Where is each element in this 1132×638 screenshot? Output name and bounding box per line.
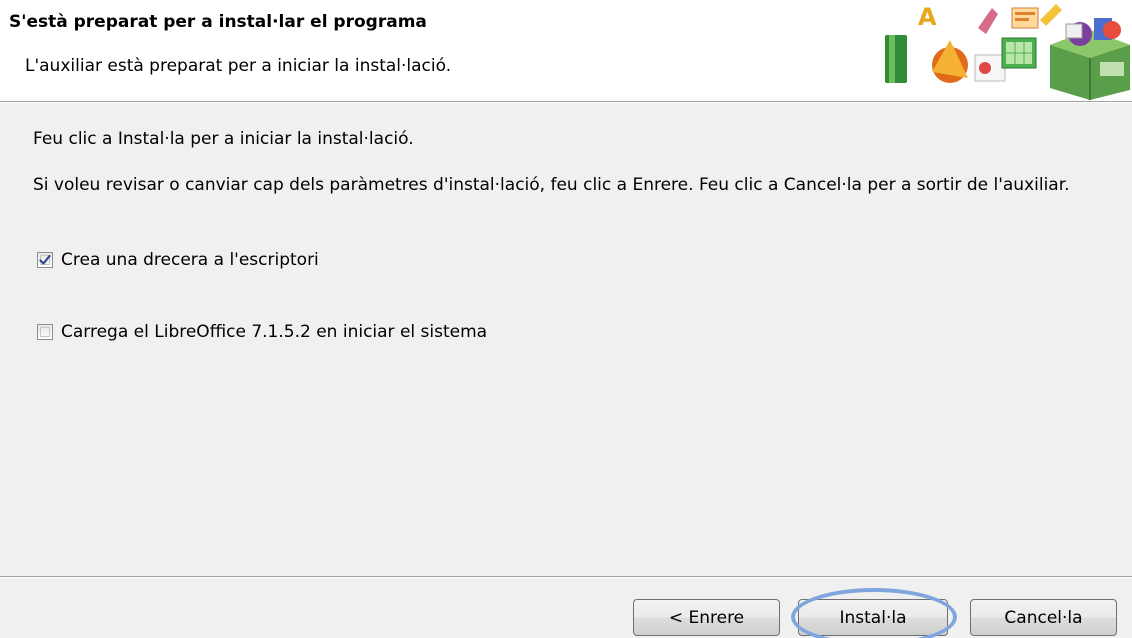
checkmark-icon: [39, 254, 51, 265]
install-button[interactable]: Instal·la: [798, 599, 948, 636]
load-at-startup-label: Carrega el LibreOffice 7.1.5.2 en inicia…: [61, 322, 488, 342]
load-at-startup-checkbox[interactable]: [37, 324, 53, 340]
load-at-startup-option[interactable]: Carrega el LibreOffice 7.1.5.2 en inicia…: [37, 322, 487, 342]
footer-separator: [0, 576, 1132, 578]
page-subtitle: L'auxiliar està preparat per a iniciar l…: [25, 56, 452, 76]
desktop-shortcut-label: Crea una drecera a l'escriptori: [61, 250, 319, 270]
cancel-button[interactable]: Cancel·la: [970, 599, 1117, 636]
page-title: S'està preparat per a instal·lar el prog…: [9, 12, 427, 32]
desktop-shortcut-option[interactable]: Crea una drecera a l'escriptori: [37, 250, 319, 270]
libreoffice-setup-graphic-icon: A: [885, 3, 1130, 100]
instructions-text: Feu clic a Instal·la per a iniciar la in…: [33, 129, 414, 149]
header-banner: S'està preparat per a instal·lar el prog…: [0, 0, 1132, 102]
back-button[interactable]: < Enrere: [633, 599, 780, 636]
svg-text:A: A: [918, 3, 937, 31]
options-help-text: Si voleu revisar o canviar cap dels parà…: [33, 175, 1070, 195]
desktop-shortcut-checkbox[interactable]: [37, 252, 53, 268]
installer-window: S'està preparat per a instal·lar el prog…: [0, 0, 1132, 638]
